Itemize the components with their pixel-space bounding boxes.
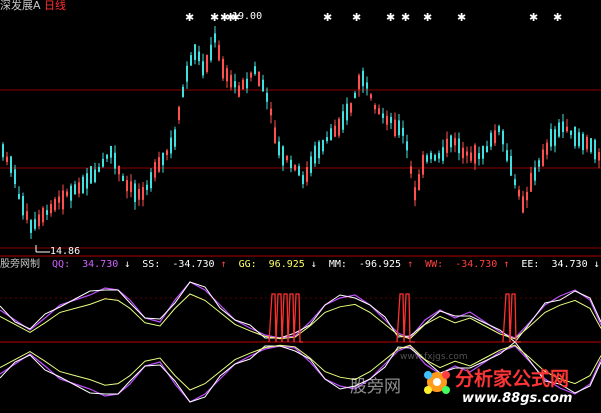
stock-chart-window: ✱ ✱ ✱ ✱ ✱ ✱ ✱ ✱ ✱ ✱ ✱ ✱ ✱ 深发展A 日线 19.00 14.86 股旁网制 Q…: [0, 0, 601, 413]
watermark-logo-icon: [424, 371, 450, 394]
watermark-site-cn: 分析家公式网: [455, 368, 570, 390]
watermark-site-url: www.88gs.com: [462, 391, 573, 406]
